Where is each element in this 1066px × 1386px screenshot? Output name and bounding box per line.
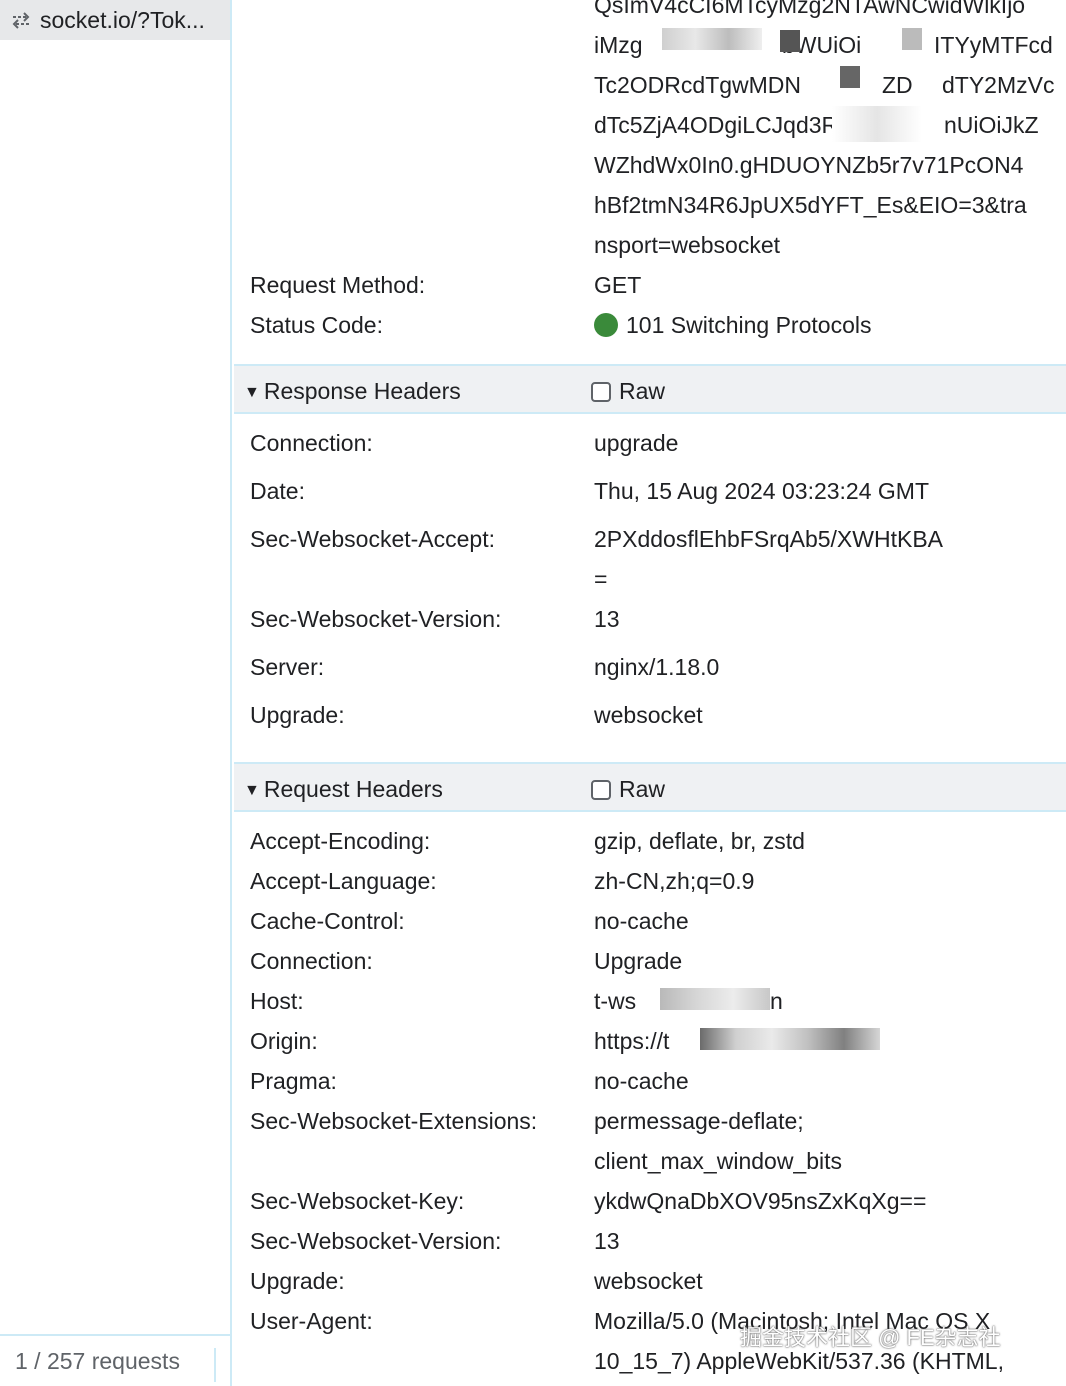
header-value: upgrade: [594, 430, 679, 456]
redacted-block: [662, 28, 762, 50]
raw-label: Raw: [619, 378, 666, 404]
header-key: Connection:: [250, 430, 373, 456]
request-count: 1 / 257 requests: [15, 1347, 180, 1374]
raw-checkbox[interactable]: [591, 779, 611, 800]
header-key: Host:: [250, 988, 304, 1014]
header-key: Request Method:: [250, 272, 426, 298]
url-segment: dTY2MzVc: [942, 72, 1055, 98]
status-success-icon: [594, 313, 618, 337]
request-name: socket.io/?Tok...: [40, 6, 205, 33]
header-value: GET: [594, 272, 642, 298]
expand-triangle-icon: ▼: [244, 384, 260, 401]
request-list-panel: socket.io/?Tok... 1 / 257 requests: [0, 0, 232, 1386]
redacted-block: [840, 66, 860, 88]
status-text: 101 Switching Protocols: [626, 312, 872, 338]
expand-triangle-icon: ▼: [244, 782, 260, 799]
request-url-line: QsImV4cCI6MTcyMzg2NTAwNCwidWlkIjo: [594, 0, 1026, 18]
section-title-label: Request Headers: [263, 776, 443, 802]
response-headers-section-header[interactable]: ▼ Response Headers Raw: [234, 364, 1066, 414]
header-key: User-Agent:: [250, 1308, 373, 1334]
url-segment: nUiOiJkZ: [944, 112, 1039, 138]
header-key: Sec-Websocket-Version:: [250, 606, 502, 632]
header-key: Sec-Websocket-Key:: [250, 1188, 465, 1214]
header-value: zh-CN,zh;q=0.9: [594, 868, 755, 894]
request-url-line: Tc2ODRcdTgwMDN: [594, 72, 802, 98]
general-row-status-code: Status Code: 101 Switching Protocols: [234, 312, 1066, 352]
header-value: 13: [594, 1228, 620, 1254]
url-segment: iMzg: [594, 32, 643, 58]
header-value: no-cache: [594, 908, 689, 934]
header-value-tail: n: [770, 988, 783, 1014]
request-count-footer: 1 / 257 requests: [0, 1334, 230, 1386]
header-key: Pragma:: [250, 1068, 337, 1094]
header-key: Sec-Websocket-Accept:: [250, 526, 496, 552]
redacted-block: [660, 988, 770, 1010]
header-key: Origin:: [250, 1028, 318, 1054]
header-key: Cache-Control:: [250, 908, 405, 934]
url-segment: ZD: [882, 72, 913, 98]
header-key: Date:: [250, 478, 305, 504]
header-value: ykdwQnaDbXOV95nsZxKqXg==: [594, 1188, 927, 1214]
header-key: Upgrade:: [250, 702, 345, 728]
header-value: permessage-deflate;: [594, 1108, 804, 1134]
header-key: Connection:: [250, 948, 373, 974]
header-key: Sec-Websocket-Extensions:: [250, 1108, 538, 1134]
request-url-line: dTc5ZjA4ODgiLCJqd3Rfc: [594, 112, 857, 138]
header-key: Upgrade:: [250, 1268, 345, 1294]
section-title-label: Response Headers: [263, 378, 461, 404]
request-url-line: hBf2tmN34R6JpUX5dYFT_Es&EIO=3&tra: [594, 192, 1027, 218]
header-key: Status Code:: [250, 312, 383, 338]
request-headers-section-header[interactable]: ▼ Request Headers Raw: [234, 762, 1066, 812]
header-value: Upgrade: [594, 948, 683, 974]
header-key: Server:: [250, 654, 325, 680]
redacted-block: [832, 106, 922, 142]
url-segment: ITYyMTFcd: [934, 32, 1053, 58]
websocket-arrows-icon: [10, 9, 32, 31]
header-value: 10_15_7) AppleWebKit/537.36 (KHTML,: [594, 1348, 1004, 1374]
redacted-block: [780, 30, 800, 52]
redacted-block: [700, 1028, 880, 1050]
header-value: 13: [594, 606, 620, 632]
header-value: websocket: [594, 1268, 703, 1294]
status-value: 101 Switching Protocols: [594, 312, 871, 339]
header-value: client_max_window_bits: [594, 1148, 843, 1174]
header-key: Accept-Language:: [250, 868, 437, 894]
headers-panel: QsImV4cCI6MTcyMzg2NTAwNCwidWlkIjo iMzg b…: [234, 0, 1066, 1386]
raw-toggle[interactable]: Raw: [591, 776, 665, 803]
section-title[interactable]: ▼ Request Headers: [244, 776, 443, 803]
header-key: Accept-Encoding:: [250, 828, 431, 854]
header-value: 2PXddosflEhbFSrqAb5/XWHtKBA: [594, 526, 943, 552]
request-url-line: nsport=websocket: [594, 232, 781, 258]
raw-toggle[interactable]: Raw: [591, 378, 665, 405]
header-value: https://t: [594, 1028, 670, 1054]
header-value: websocket: [594, 702, 703, 728]
footer-divider: [214, 1348, 216, 1382]
header-value: no-cache: [594, 1068, 689, 1094]
redacted-block: [902, 28, 922, 50]
header-value: nginx/1.18.0: [594, 654, 720, 680]
request-url-line: iMzg: [594, 32, 643, 59]
request-item-socket-io[interactable]: socket.io/?Tok...: [0, 0, 230, 40]
raw-label: Raw: [619, 776, 666, 802]
header-value: =: [594, 566, 608, 592]
request-url-line: WZhdWx0In0.gHDUOYNZb5r7v71PcON4: [594, 152, 1024, 178]
header-key: Sec-Websocket-Version:: [250, 1228, 502, 1254]
header-value: t-ws: [594, 988, 637, 1014]
watermark: 掘金技术社区 @ FE杂志社: [740, 1325, 1001, 1350]
section-title[interactable]: ▼ Response Headers: [244, 378, 461, 405]
header-value: Thu, 15 Aug 2024 03:23:24 GMT: [594, 478, 930, 504]
raw-checkbox[interactable]: [591, 381, 611, 402]
header-value: gzip, deflate, br, zstd: [594, 828, 805, 854]
general-row-request-method: Request Method: GET: [234, 272, 1066, 312]
